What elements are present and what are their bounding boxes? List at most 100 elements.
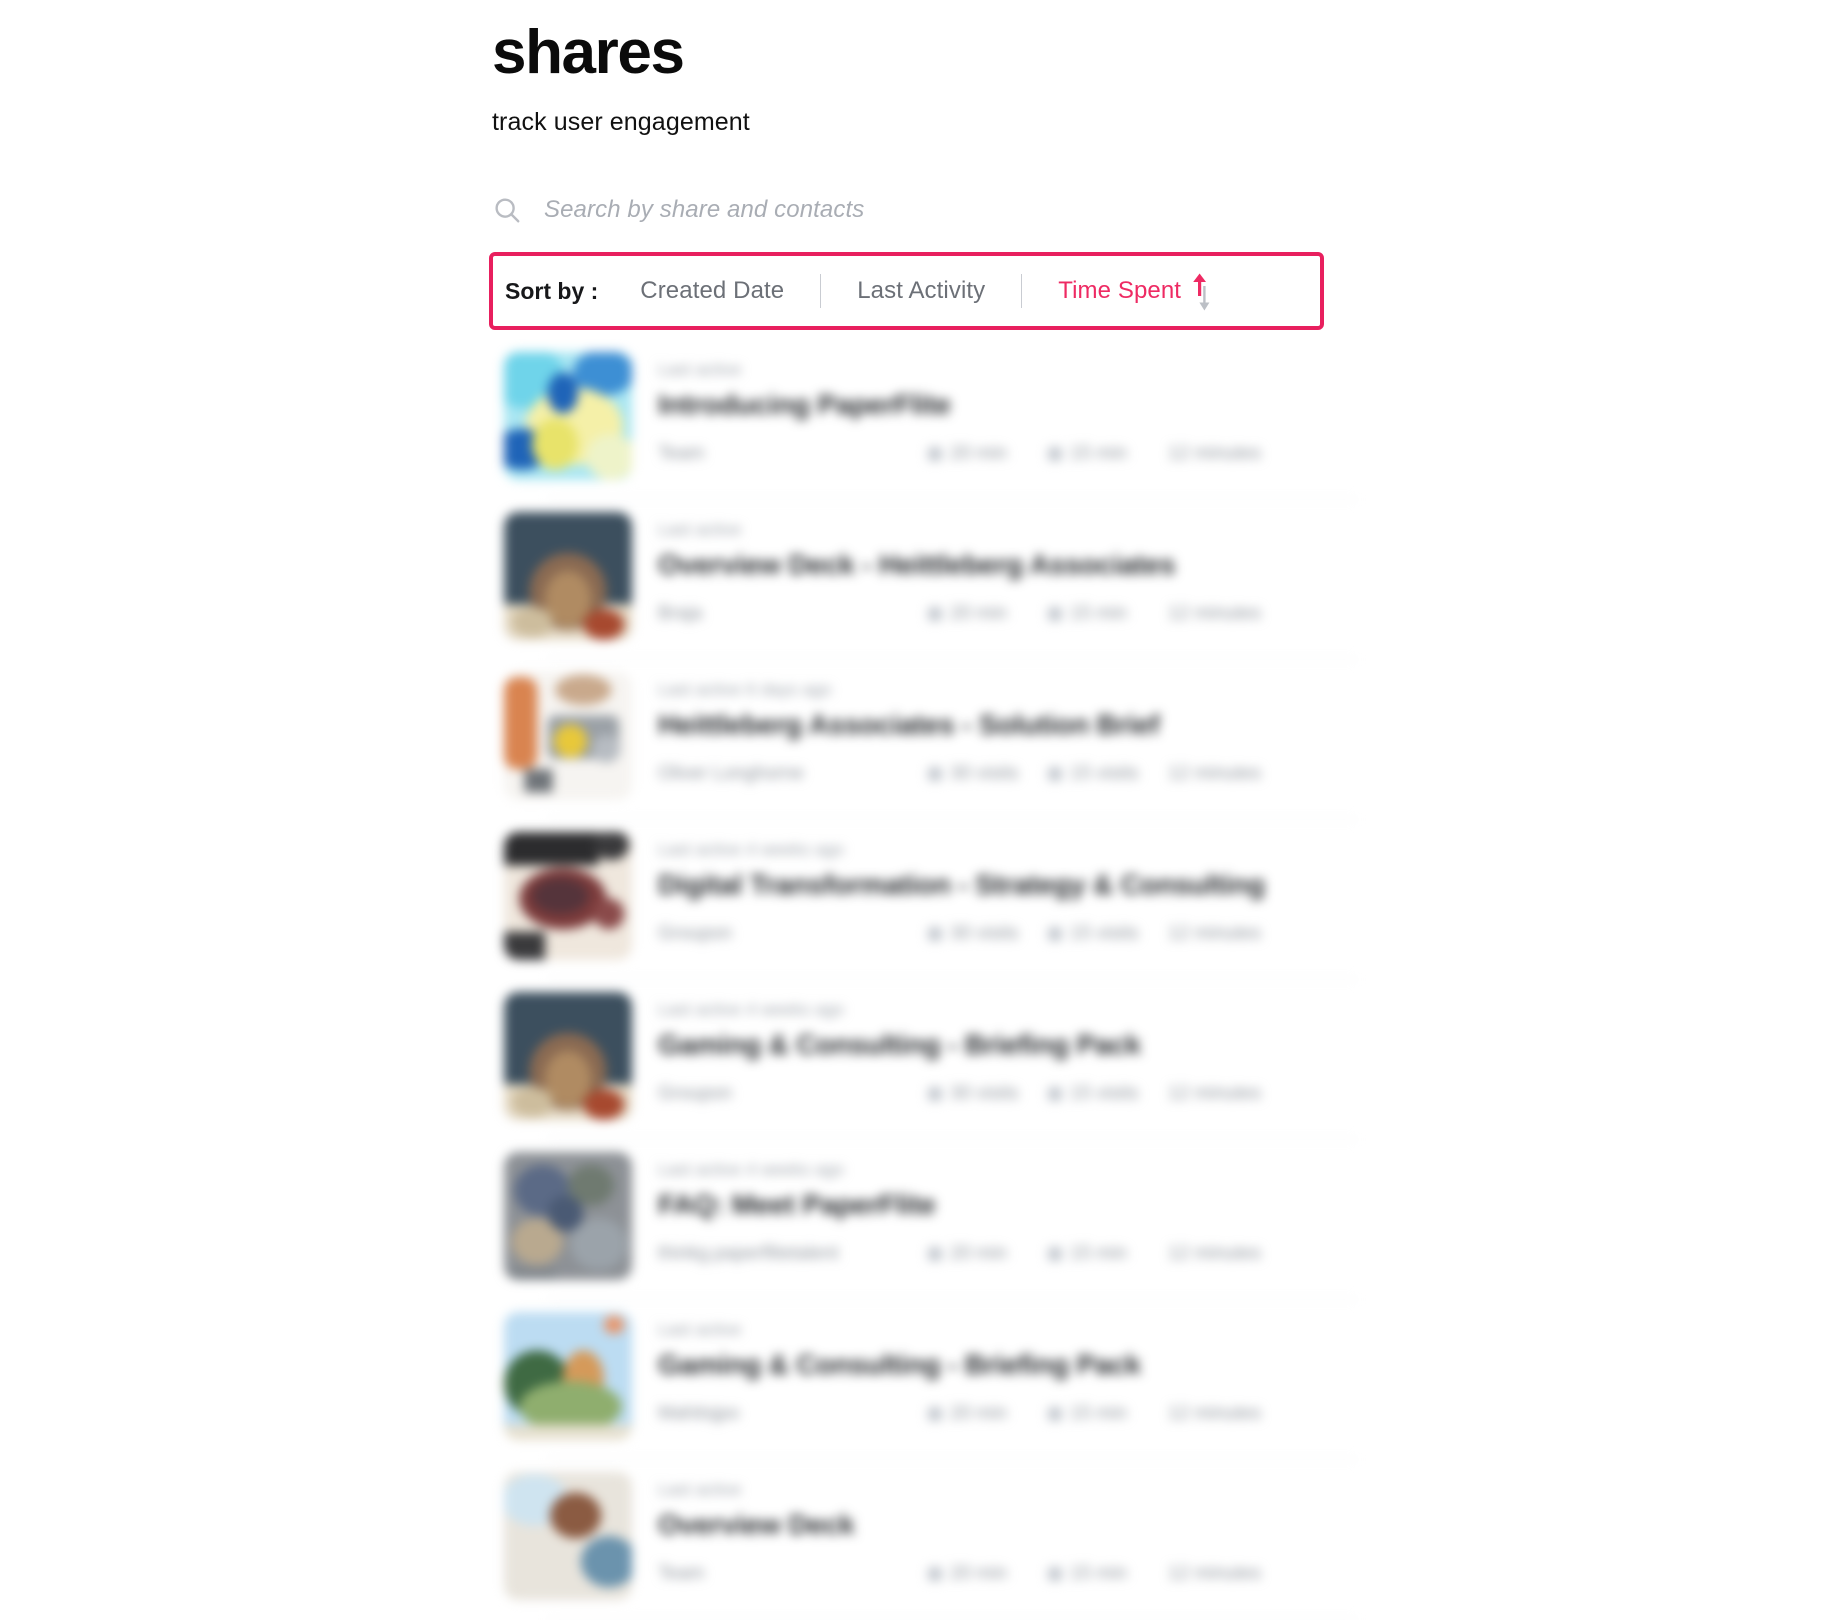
stat-icon — [1048, 1087, 1062, 1101]
sort-bar: Sort by : Created Date Last Activity Tim… — [489, 252, 1324, 330]
share-title: Heittleberg Associates - Solution Brief — [658, 709, 1160, 740]
share-stat-2: 15 visits — [1048, 1083, 1168, 1105]
search-icon — [492, 195, 522, 225]
stat-icon — [928, 1247, 942, 1261]
stat-icon — [1048, 767, 1062, 781]
share-info: Last active Gaming & Consulting - Briefi… — [658, 1312, 1356, 1425]
share-owner: Mahitsjpo — [658, 1403, 740, 1424]
share-last-active: Last active 4 weeks ago — [658, 1160, 845, 1179]
share-thumbnail — [504, 1152, 632, 1280]
share-thumbnail — [504, 1312, 632, 1440]
share-title: Gaming & Consulting - Briefing Pack — [658, 1029, 1142, 1060]
stat-icon — [928, 1567, 942, 1581]
table-row[interactable]: Last active Overview Deck - Heittleberg … — [504, 500, 1356, 660]
share-last-active: Last active 4 weeks ago — [658, 1000, 845, 1019]
share-owner: Groupon — [658, 923, 732, 944]
sort-separator-2 — [1021, 274, 1023, 308]
share-owner: Oliver Longhorne — [658, 763, 804, 784]
share-stats: thinkg.paperflitetalent 20 min 15 min 12… — [658, 1243, 1356, 1265]
share-stats: Groupon 30 visits 15 visits 12 minutes — [658, 1083, 1356, 1105]
sort-arrows-icon[interactable] — [1189, 269, 1211, 313]
sort-by-label: Sort by : — [505, 277, 599, 304]
stat-icon — [928, 447, 942, 461]
share-title: Overview Deck — [658, 1509, 855, 1540]
sort-option-last-activity[interactable]: Last Activity — [857, 277, 985, 305]
share-stat-3: 12 minutes — [1168, 1083, 1261, 1104]
table-row[interactable]: Last active Introducing PaperFlite Team … — [504, 340, 1356, 500]
share-stat-1: 20 min — [928, 443, 1048, 465]
share-last-active: Last active — [658, 1480, 742, 1499]
share-title: Introducing PaperFlite — [658, 389, 951, 420]
share-stats: Braja 20 min 15 min 12 minutes — [658, 603, 1356, 625]
page-title: shares — [492, 18, 685, 87]
share-stat-3: 12 minutes — [1168, 1563, 1261, 1584]
share-owner: Team — [658, 1563, 705, 1584]
share-stat-2: 15 min — [1048, 1403, 1168, 1425]
page-header: shares track user engagement — [492, 22, 1392, 135]
stat-icon — [928, 1087, 942, 1101]
sort-separator-1 — [820, 274, 822, 308]
stat-icon — [1048, 447, 1062, 461]
share-stats: Team 20 min 15 min 12 minutes — [658, 443, 1356, 465]
stat-icon — [928, 767, 942, 781]
shares-page: shares track user engagement Sort by : C… — [0, 0, 1824, 1620]
table-row[interactable]: Last active 4 weeks ago FAQ: Meet PaperF… — [504, 1140, 1356, 1300]
share-stat-1: 20 min — [928, 1563, 1048, 1585]
share-thumbnail — [504, 832, 632, 960]
stat-icon — [1048, 607, 1062, 621]
share-info: Last active 4 weeks ago Gaming & Consult… — [658, 992, 1356, 1105]
share-stat-2: 15 min — [1048, 1563, 1168, 1585]
table-row[interactable]: Last active Gaming & Consulting - Briefi… — [504, 1300, 1356, 1460]
table-row[interactable]: Last active 4 weeks ago Digital Transfor… — [504, 820, 1356, 980]
search-bar[interactable] — [492, 188, 1332, 232]
stat-icon — [928, 607, 942, 621]
share-thumbnail — [504, 672, 632, 800]
share-stat-3: 12 minutes — [1168, 923, 1261, 944]
sort-option-time-spent-label: Time Spent — [1058, 277, 1182, 304]
share-stats: Mahitsjpo 20 min 15 min 12 minutes — [658, 1403, 1356, 1425]
share-last-active: Last active 6 days ago — [658, 680, 832, 699]
share-stat-2: 15 visits — [1048, 763, 1168, 785]
share-stat-2: 15 min — [1048, 603, 1168, 625]
page-subtitle: track user engagement — [492, 108, 750, 136]
share-last-active: Last active — [658, 360, 742, 379]
share-stats: Oliver Longhorne 30 visits 15 visits 12 … — [658, 763, 1356, 785]
stat-icon — [1048, 1567, 1062, 1581]
search-input[interactable] — [544, 196, 1324, 224]
sort-option-time-spent[interactable]: Time Spent — [1058, 269, 1211, 313]
share-stat-2: 15 visits — [1048, 923, 1168, 945]
stat-icon — [1048, 927, 1062, 941]
share-info: Last active 6 days ago Heittleberg Assoc… — [658, 672, 1356, 785]
share-stat-3: 12 minutes — [1168, 763, 1261, 784]
stat-icon — [928, 927, 942, 941]
share-stat-1: 20 min — [928, 1403, 1048, 1425]
share-owner: Groupon — [658, 1083, 732, 1104]
share-stats: Groupon 30 visits 15 visits 12 minutes — [658, 923, 1356, 945]
share-thumbnail — [504, 352, 632, 480]
share-info: Last active Overview Deck Team 20 min 15… — [658, 1472, 1356, 1585]
share-title: Gaming & Consulting - Briefing Pack — [658, 1349, 1142, 1380]
share-title: FAQ: Meet PaperFlite — [658, 1189, 936, 1220]
stat-icon — [1048, 1247, 1062, 1261]
share-stat-3: 12 minutes — [1168, 1403, 1261, 1424]
share-stat-1: 20 min — [928, 603, 1048, 625]
table-row[interactable]: Last active 4 weeks ago Gaming & Consult… — [504, 980, 1356, 1140]
share-last-active: Last active — [658, 520, 742, 539]
share-stat-1: 30 visits — [928, 763, 1048, 785]
share-info: Last active Overview Deck - Heittleberg … — [658, 512, 1356, 625]
table-row[interactable]: Last active 6 days ago Heittleberg Assoc… — [504, 660, 1356, 820]
share-info: Last active 4 weeks ago FAQ: Meet PaperF… — [658, 1152, 1356, 1265]
share-stat-1: 20 min — [928, 1243, 1048, 1265]
share-stat-1: 30 visits — [928, 1083, 1048, 1105]
share-stat-3: 12 minutes — [1168, 603, 1261, 624]
share-title: Digital Transformation - Strategy & Cons… — [658, 869, 1265, 900]
share-thumbnail — [504, 1472, 632, 1600]
stat-icon — [928, 1407, 942, 1421]
share-stat-2: 15 min — [1048, 1243, 1168, 1265]
sort-option-created-date[interactable]: Created Date — [640, 277, 784, 305]
table-row[interactable]: Last active Overview Deck Team 20 min 15… — [504, 1460, 1356, 1620]
share-info: Last active Introducing PaperFlite Team … — [658, 352, 1356, 465]
share-thumbnail — [504, 992, 632, 1120]
share-stat-1: 30 visits — [928, 923, 1048, 945]
share-last-active: Last active — [658, 1320, 742, 1339]
